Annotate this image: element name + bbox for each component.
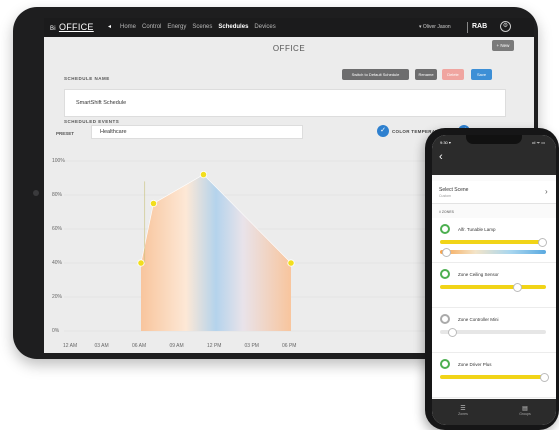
tab-zones-label: Zones [458, 412, 468, 416]
zone-power-toggle[interactable] [440, 269, 450, 279]
zone-name: Alfr. Tunable Lamp [458, 227, 496, 232]
x-tick-label: 03 PM [244, 343, 259, 349]
x-tick-label: 09 AM [169, 343, 184, 349]
zone-dim-slider[interactable] [440, 375, 546, 379]
zone-row[interactable]: Zone Controller Mini [432, 308, 556, 353]
zones-heading: # ZONES [439, 210, 454, 214]
zone-dim-handle[interactable] [537, 238, 547, 247]
zone-row[interactable]: Zone Driver Plus [432, 353, 556, 398]
phone-time: 9:30 ▾ [440, 140, 451, 145]
y-tick-label: 20% [52, 294, 63, 300]
select-scene-row[interactable]: Select Scene Custom › [432, 181, 556, 204]
zone-power-toggle[interactable] [440, 314, 450, 324]
tab-groups-label: Groups [519, 412, 531, 416]
zone-dim-handle[interactable] [513, 283, 523, 292]
phone-notch [466, 135, 522, 144]
zone-cct-handle[interactable] [442, 248, 452, 257]
zone-row[interactable]: Zone Ceiling Sensor [432, 263, 556, 308]
zone-cct-slider[interactable] [440, 250, 546, 254]
select-scene-sub: Custom [439, 194, 452, 198]
x-tick-label: 12 PM [207, 343, 222, 349]
x-tick-label: 03 AM [94, 343, 109, 349]
zones-tab-icon: ☰ [460, 406, 466, 412]
y-tick-label: 60% [52, 226, 63, 232]
y-tick-label: 80% [52, 192, 63, 198]
phone-back-icon[interactable]: ‹ [439, 151, 443, 163]
tab-zones[interactable]: ☰ Zones [432, 405, 494, 416]
select-scene-label: Select Scene [439, 187, 469, 193]
groups-tab-icon: ▤ [522, 406, 528, 412]
phone-device: 9:30 ▾ •ıl ᯤ ▭ ‹ Select Scene Custom › #… [425, 128, 559, 430]
schedule-point-2[interactable] [199, 171, 208, 179]
y-tick-label: 40% [52, 260, 63, 266]
tab-groups[interactable]: ▤ Groups [494, 405, 556, 416]
x-tick-label: 12 AM [63, 343, 78, 349]
zone-dim-slider[interactable] [440, 240, 546, 244]
chevron-right-icon: › [545, 187, 548, 196]
zone-name: Zone Controller Mini [458, 317, 499, 322]
y-tick-label: 0% [52, 328, 60, 334]
zone-dim-handle[interactable] [447, 328, 457, 337]
phone-status-icons: •ıl ᯤ ▭ [532, 140, 546, 145]
schedule-point-1[interactable] [149, 199, 158, 208]
x-tick-label: 06 AM [132, 343, 147, 349]
zone-power-toggle[interactable] [440, 224, 450, 234]
zone-dim-slider[interactable] [440, 285, 546, 289]
zone-name: Zone Driver Plus [458, 362, 492, 367]
schedule-point-0[interactable] [137, 259, 145, 267]
phone-header: 9:30 ▾ •ıl ᯤ ▭ ‹ [432, 135, 556, 175]
phone-screen: 9:30 ▾ •ıl ᯤ ▭ ‹ Select Scene Custom › #… [432, 135, 556, 425]
phone-tabbar: ☰ Zones ▤ Groups [432, 399, 556, 425]
zone-dim-handle[interactable] [539, 373, 549, 382]
tablet-camera [33, 190, 39, 196]
x-tick-label: 06 PM [282, 343, 297, 349]
schedule-point-3[interactable] [287, 259, 295, 267]
y-tick-label: 100% [52, 158, 65, 164]
zone-row[interactable]: Alfr. Tunable Lamp [432, 218, 556, 263]
zone-name: Zone Ceiling Sensor [458, 272, 499, 277]
zone-power-toggle[interactable] [440, 359, 450, 369]
